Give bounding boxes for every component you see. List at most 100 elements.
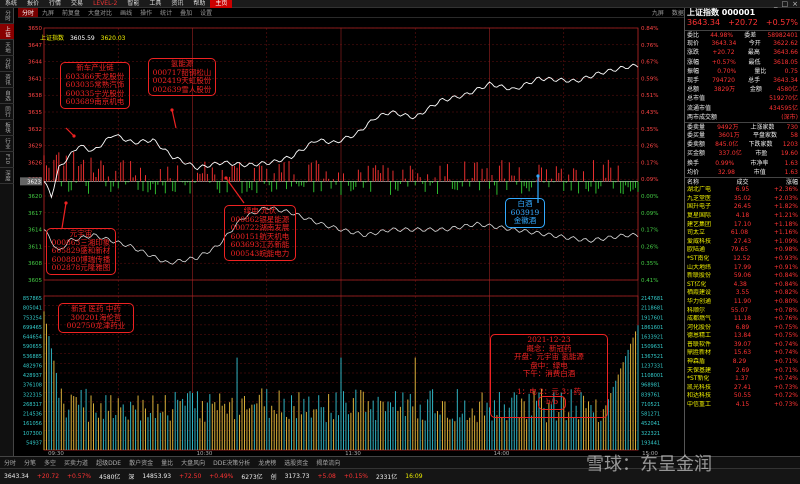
- toolbar-button[interactable]: 大盘对比: [84, 8, 116, 17]
- bottom-tab[interactable]: 量比: [157, 458, 177, 467]
- window-control-button[interactable]: _: [774, 0, 778, 8]
- watchlist-row[interactable]: 普联软件 39.07 +0.74%: [685, 341, 800, 350]
- watchlist-row[interactable]: 司太立 61.08 +1.16%: [685, 229, 800, 238]
- bottom-tab[interactable]: DDE决策分析: [209, 458, 254, 467]
- stat-value: 3618.05: [773, 58, 798, 66]
- watchlist-row[interactable]: 爱威科技 27.43 +1.09%: [685, 238, 800, 247]
- status-item: 创: [270, 474, 277, 481]
- sidebar-tab[interactable]: 深度: [0, 168, 14, 184]
- sidebar-tab[interactable]: 天地: [0, 40, 14, 56]
- arrow-hydrogen-head: [170, 108, 174, 112]
- window-control-button[interactable]: ×: [792, 0, 798, 8]
- annotation-pharma: 新冠 医药 中药 300201海伦哲 002750龙津药业: [58, 303, 134, 333]
- toolbar-button[interactable]: 叠加: [176, 8, 196, 17]
- stat-value: 3622.62: [773, 40, 798, 48]
- watchlist-row[interactable]: 中信重工 4.15 +0.73%: [685, 401, 800, 410]
- watchlist-row[interactable]: 成都燃气 11.18 +0.76%: [685, 315, 800, 324]
- watchlist-row[interactable]: 鼎胜新材 15.63 +0.74%: [685, 349, 800, 358]
- toolbar-button[interactable]: 画线: [116, 8, 136, 17]
- bottom-tab[interactable]: 龙虎榜: [254, 458, 280, 467]
- watchlist-row[interactable]: 山大地纬 17.99 +0.91%: [685, 264, 800, 273]
- chart-toolbar: 分时九屏前复盘大盘对比画线操作统计叠加设置九屏数据备基大盘对比画线简单自选沙: [18, 8, 798, 18]
- quote-stat-row: 换手 0.99% 市净率 1.63: [685, 159, 800, 168]
- watchlist-name: 河化股份: [687, 323, 712, 331]
- stat-label: 市净率: [750, 159, 769, 167]
- pct-axis-label: 0.17%: [641, 228, 658, 234]
- watchlist-row[interactable]: ST亿化 4.38 +0.84%: [685, 281, 800, 290]
- sidebar-tab[interactable]: F10: [0, 152, 14, 168]
- sidebar-tab[interactable]: 分析: [0, 56, 14, 72]
- window-control-button[interactable]: □: [782, 0, 789, 8]
- bottom-tab[interactable]: 分笔: [20, 458, 40, 467]
- watchlist-pct: +0.71%: [773, 358, 798, 366]
- watchlist-name: 普联软件: [687, 340, 712, 348]
- watchlist-row[interactable]: 湖北广电 6.95 +2.36%: [685, 186, 800, 195]
- watchlist-row[interactable]: 栖霞建设 3.55 +0.82%: [685, 289, 800, 298]
- menu-item[interactable]: 系统: [0, 0, 22, 8]
- watchlist-name: 德恩精工: [687, 332, 712, 340]
- bottom-tab[interactable]: 揭单流向: [312, 458, 344, 467]
- watchlist-row[interactable]: 神森盾 8.29 +0.71%: [685, 358, 800, 367]
- toolbar-button[interactable]: 设置: [196, 8, 216, 17]
- sidebar-tab[interactable]: 自选: [0, 88, 14, 104]
- menu-item[interactable]: LEVEL-2: [88, 0, 122, 8]
- watchlist-row[interactable]: 德恩精工 13.84 +0.75%: [685, 332, 800, 341]
- watchlist-row[interactable]: *ST新化 1.37 +0.74%: [685, 375, 800, 384]
- menu-item[interactable]: 报价: [22, 0, 44, 8]
- watchlist-price: 1.37: [735, 375, 749, 383]
- toolbar-button[interactable]: 九屏: [38, 8, 58, 17]
- watchlist-row[interactable]: 欧陆通 79.65 +0.98%: [685, 246, 800, 255]
- watchlist-row[interactable]: 建艺集团 17.10 +1.18%: [685, 221, 800, 230]
- sidebar-tab[interactable]: 资讯: [0, 72, 14, 88]
- watchlist-row[interactable]: 复星国际 4.18 +1.21%: [685, 212, 800, 221]
- stat-value: 44.98%: [710, 32, 734, 39]
- toolbar-button[interactable]: 前复盘: [58, 8, 84, 17]
- menu-item[interactable]: 交易: [66, 0, 88, 8]
- menu-item[interactable]: 智能: [122, 0, 144, 8]
- menu-item[interactable]: 行情: [44, 0, 66, 8]
- watchlist-pct: +0.91%: [773, 263, 798, 271]
- watchlist-name: ST亿化: [687, 280, 707, 288]
- watchlist-row[interactable]: 天保基建 2.69 +0.71%: [685, 367, 800, 376]
- bottom-tab[interactable]: 超级DDE: [92, 458, 125, 467]
- sidebar-tab[interactable]: 同行: [0, 104, 14, 120]
- status-item: 深: [128, 474, 135, 481]
- pct-axis-label: 0.35%: [641, 261, 658, 267]
- bottom-tab[interactable]: 散户资金: [125, 458, 157, 467]
- bottom-tab[interactable]: 买卖力道: [60, 458, 92, 467]
- menu-item[interactable]: 帮助: [188, 0, 210, 8]
- volume-axis-right-label: 968981: [641, 383, 660, 389]
- sidebar-tab[interactable]: 上证指数: [0, 24, 14, 40]
- toolbar-right-button[interactable]: 九屏: [648, 8, 668, 17]
- sidebar-tab[interactable]: 板块: [0, 120, 14, 136]
- watchlist-price: 4.18: [735, 211, 750, 219]
- sidebar-tab[interactable]: 分时: [0, 8, 14, 24]
- watchlist-row[interactable]: 华力创通 11.90 +0.80%: [685, 298, 800, 307]
- menu-item[interactable]: 主页: [210, 0, 233, 8]
- status-item: 6273亿: [241, 474, 263, 481]
- stat-label: 委卖量: [687, 123, 706, 131]
- watchlist-row[interactable]: 科顺尔 55.07 +0.78%: [685, 307, 800, 316]
- toolbar-button[interactable]: 操作: [136, 8, 156, 17]
- bottom-tab[interactable]: 分时: [0, 458, 20, 467]
- watchlist-row[interactable]: 河化股份 6.89 +0.75%: [685, 324, 800, 333]
- stat-label: 流通市值: [687, 104, 712, 112]
- watchlist-row[interactable]: 凯光科技 27.41 +0.73%: [685, 384, 800, 393]
- watchlist-row[interactable]: 国升电子 26.45 +1.82%: [685, 203, 800, 212]
- watchlist-row[interactable]: *ST南化 12.52 +0.93%: [685, 255, 800, 264]
- sidebar-tab[interactable]: 行业: [0, 136, 14, 152]
- watchlist-row[interactable]: 九芝堂医 35.02 +2.03%: [685, 195, 800, 204]
- toolbar-button[interactable]: 分时: [18, 8, 39, 17]
- bottom-tab[interactable]: 多空: [40, 458, 60, 467]
- watchlist-row[interactable]: 新联股份 59.06 +0.84%: [685, 272, 800, 281]
- watchlist-row[interactable]: 和达科技 50.55 +0.72%: [685, 392, 800, 401]
- menu-item[interactable]: 工具: [144, 0, 166, 8]
- quote-stat-row: 均价 32.98 市值 1.63: [685, 168, 800, 177]
- watchlist-name: 湖北广电: [687, 186, 712, 194]
- menu-item[interactable]: 资讯: [166, 0, 188, 8]
- bottom-tab[interactable]: 选股资金: [280, 458, 312, 467]
- watchlist-price: 27.41: [733, 383, 752, 391]
- watchlist-name: 天保基建: [687, 366, 712, 374]
- bottom-tab[interactable]: 大盘风向: [177, 458, 209, 467]
- toolbar-button[interactable]: 统计: [156, 8, 176, 17]
